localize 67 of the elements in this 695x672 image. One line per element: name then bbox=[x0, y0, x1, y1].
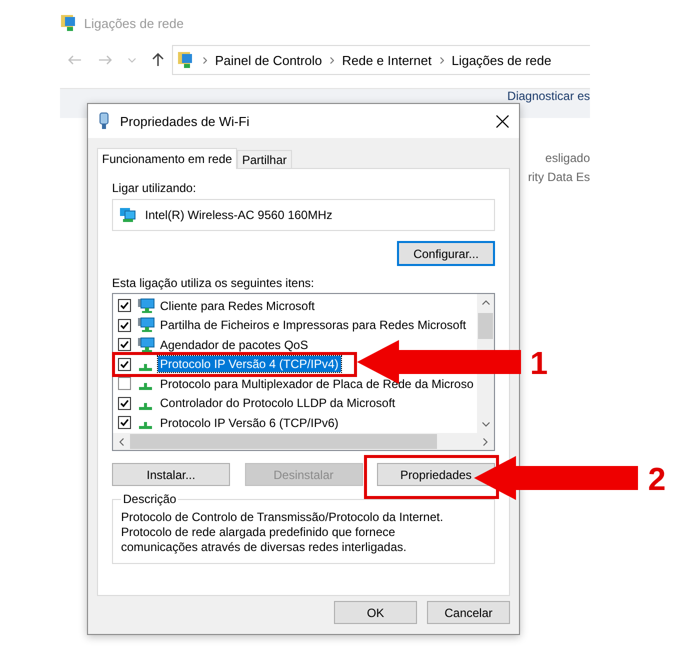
checkmark-icon bbox=[120, 398, 129, 408]
breadcrumb-item[interactable]: Ligações de rede bbox=[452, 52, 552, 68]
list-item[interactable]: Controlador do Protocolo LLDP da Microsoft bbox=[158, 395, 398, 412]
checkbox[interactable] bbox=[118, 416, 131, 430]
field-label: Ligar utilizando: bbox=[112, 181, 198, 197]
action-button[interactable]: Propriedades bbox=[377, 463, 495, 486]
breadcrumb-item[interactable]: Painel de Controlo bbox=[215, 52, 322, 68]
checkmark-icon bbox=[120, 360, 129, 369]
dialog-title: Propriedades de Wi-Fi bbox=[120, 114, 250, 128]
checkmark-icon bbox=[120, 340, 129, 350]
list-item[interactable]: Protocolo IP Versão 4 (TCP/IPv4) bbox=[158, 356, 341, 372]
checkbox[interactable] bbox=[118, 358, 131, 371]
scroll-left-icon[interactable] bbox=[119, 438, 124, 446]
checkbox[interactable] bbox=[118, 377, 131, 390]
adapter-name: Intel(R) Wireless-AC 9560 160MHz bbox=[145, 208, 332, 222]
protocol-icon bbox=[139, 402, 152, 410]
list-item[interactable]: Protocolo para Multiplexador de Placa de Rede da Microso bbox=[158, 376, 476, 392]
list-item[interactable]: Agendador de pacotes QoS bbox=[158, 336, 310, 353]
scroll-up-icon[interactable] bbox=[482, 300, 490, 305]
checkbox[interactable] bbox=[118, 299, 131, 312]
protocol-icon bbox=[139, 364, 152, 371]
horizontal-scrollbar[interactable] bbox=[113, 433, 494, 450]
toolbar-item[interactable]: Diagnosticar es bbox=[507, 89, 590, 103]
description-text: Protocolo de Controlo de Transmissão/Protocolo da Internet. Protocolo de rede alargada predefinido que fornece comunicações através de diversas redes interligadas. bbox=[121, 510, 444, 555]
network-client-icon bbox=[137, 317, 155, 334]
dialog-button[interactable]: OK bbox=[334, 601, 417, 624]
tab[interactable]: Funcionamento em rede bbox=[97, 148, 238, 169]
connection-detail: esligado bbox=[545, 151, 590, 165]
configure-button[interactable]: Configurar... bbox=[397, 241, 495, 266]
arrow-icon bbox=[474, 456, 638, 500]
up-arrow-icon[interactable] bbox=[152, 53, 164, 67]
checkbox[interactable] bbox=[118, 318, 131, 332]
network-adapter-icon bbox=[119, 207, 137, 223]
checkmark-icon bbox=[120, 320, 129, 330]
list-item[interactable]: Protocolo IP Versão 6 (TCP/IPv6) bbox=[158, 414, 341, 431]
step-number: 2 bbox=[648, 461, 666, 497]
wifi-adapter-icon bbox=[98, 112, 110, 130]
close-icon[interactable] bbox=[496, 114, 509, 128]
tab[interactable]: Partilhar bbox=[237, 150, 292, 168]
checkmark-icon bbox=[120, 301, 129, 310]
network-client-icon bbox=[137, 336, 155, 353]
checkbox[interactable] bbox=[118, 338, 131, 352]
checkmark-icon bbox=[120, 418, 129, 428]
list-item[interactable]: Cliente para Redes Microsoft bbox=[158, 298, 317, 314]
dialog-button[interactable]: Cancelar bbox=[427, 601, 510, 624]
connection-detail: rity Data Es bbox=[528, 170, 590, 184]
field-label: Esta ligação utiliza os seguintes itens: bbox=[112, 276, 316, 292]
chevron-right-icon bbox=[330, 56, 334, 64]
address-bar[interactable]: Painel de Controlo Rede e Internet Ligações de rede bbox=[172, 45, 590, 75]
scroll-down-icon[interactable] bbox=[482, 422, 490, 427]
chevron-right-icon bbox=[203, 56, 207, 64]
network-folder-icon bbox=[60, 14, 78, 32]
action-button[interactable]: Instalar... bbox=[112, 463, 230, 486]
checkbox[interactable] bbox=[118, 396, 131, 410]
scroll-thumb[interactable] bbox=[478, 313, 493, 339]
protocol-icon bbox=[139, 383, 152, 390]
chevron-right-icon bbox=[440, 56, 444, 64]
window-title: Ligações de rede bbox=[84, 16, 184, 30]
group-legend: Descrição bbox=[121, 492, 178, 506]
step-number: 1 bbox=[530, 345, 548, 381]
network-client-icon bbox=[137, 298, 155, 314]
scroll-right-icon[interactable] bbox=[483, 438, 488, 446]
network-folder-icon bbox=[177, 51, 195, 69]
breadcrumb-item[interactable]: Rede e Internet bbox=[342, 52, 432, 68]
protocol-icon bbox=[139, 422, 152, 430]
list-item[interactable]: Partilha de Ficheiros e Impressoras para Redes Microsoft bbox=[158, 317, 468, 334]
scroll-thumb[interactable] bbox=[130, 434, 437, 449]
